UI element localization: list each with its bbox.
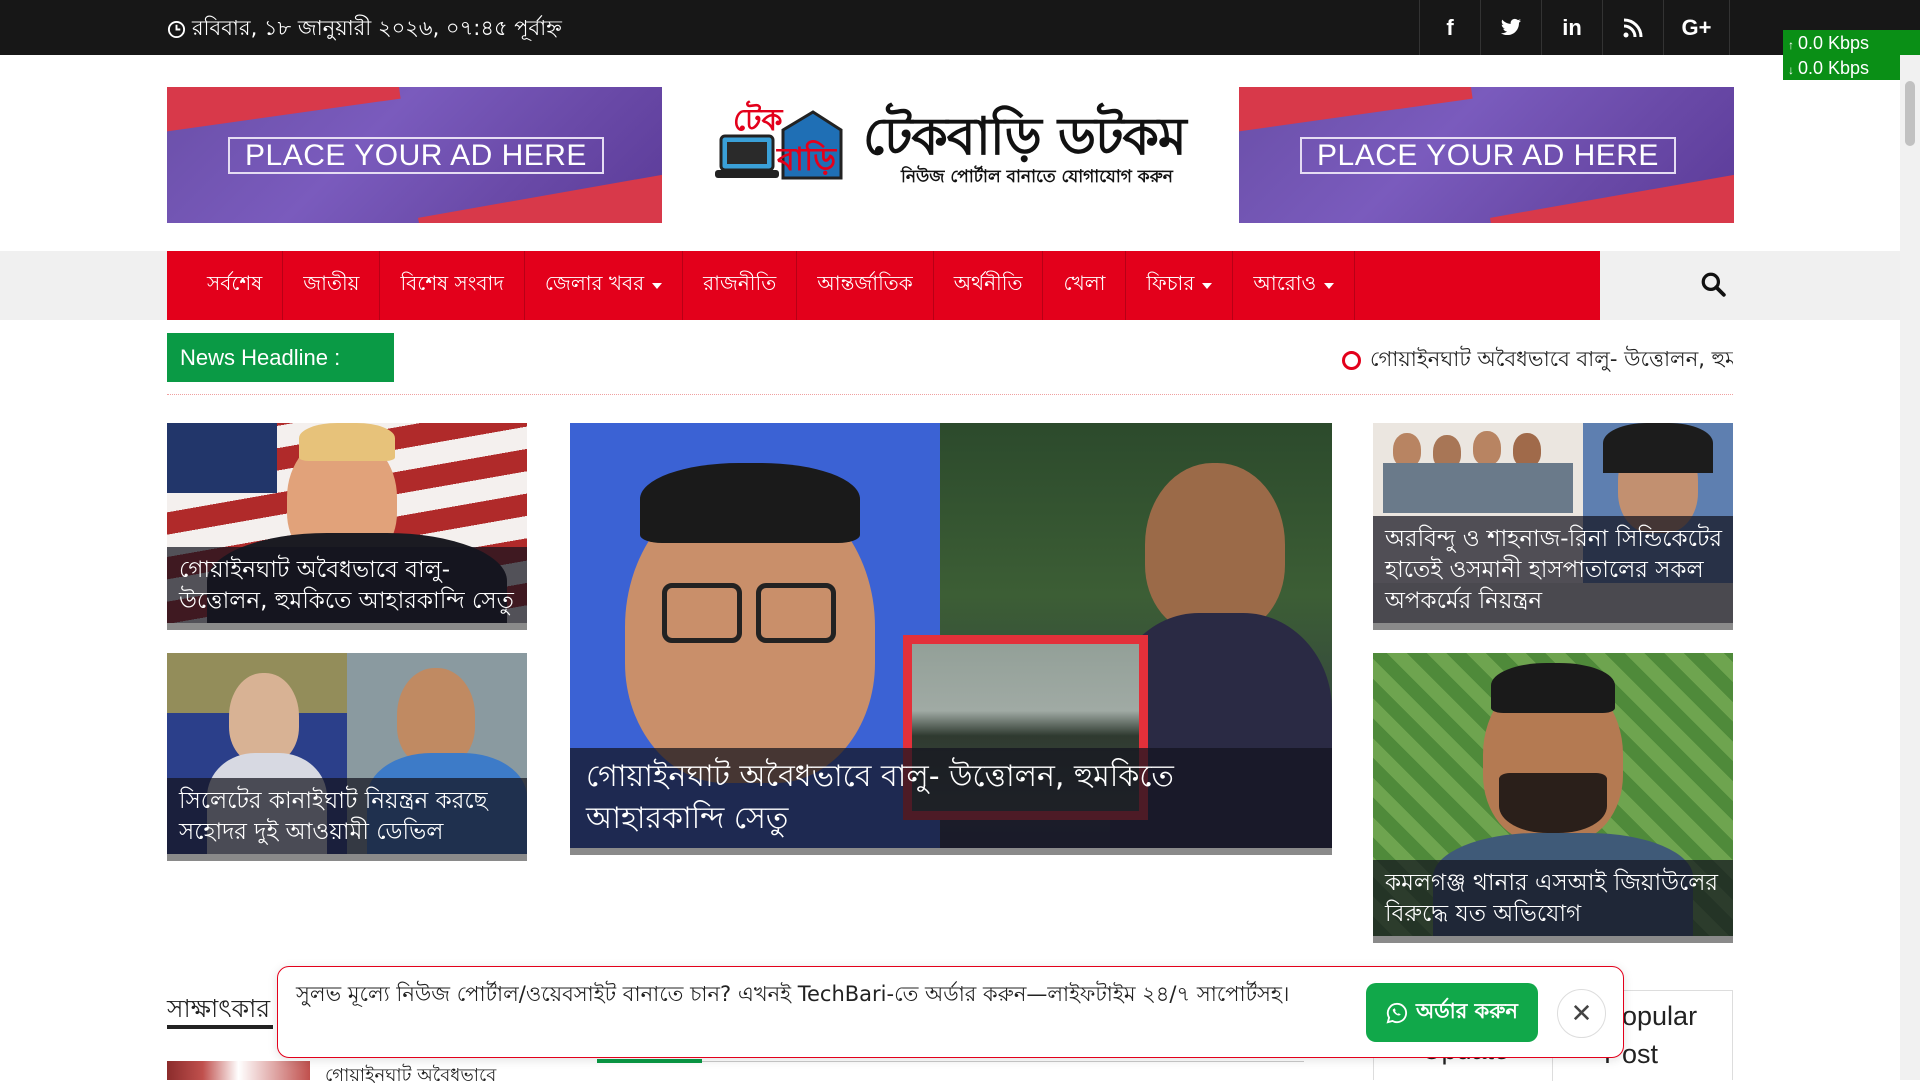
whatsapp-icon [1386, 1002, 1408, 1023]
chevron-down-icon [652, 282, 663, 289]
logo-badge: টেক বাড়ি [715, 100, 843, 180]
linkedin-icon[interactable]: in [1541, 0, 1602, 55]
story-card-right-top[interactable]: অরবিন্দু ও শাহনাজ-রিনা সিন্ডিকেটের হাতেই… [1373, 423, 1733, 630]
ad-banner-left[interactable]: PLACE YOUR AD HERE [167, 87, 662, 223]
story-headline[interactable]: সিলেটের কানাইঘাট নিয়ন্ত্রন করছে সহোদর দ… [167, 778, 527, 854]
news-headline-label: News Headline : [167, 333, 394, 382]
nav-item-sports[interactable]: খেলা [1043, 251, 1127, 320]
nav-item-district-news[interactable]: জেলার খবর [525, 251, 684, 320]
popup-message: সুলভ মূল্যে নিউজ পোর্টাল/ওয়েবসাইট বানাত… [296, 982, 1290, 1006]
chevron-down-icon [1202, 282, 1213, 289]
social-links: f in G+ [1419, 0, 1730, 55]
clock-icon [167, 20, 186, 39]
download-speed: 0.0 Kbps [1798, 58, 1870, 78]
nav-item-feature[interactable]: ফিচার [1126, 251, 1234, 320]
section-underline [167, 1025, 273, 1029]
nav-item-economy[interactable]: অর্থনীতি [934, 251, 1044, 320]
facebook-icon[interactable]: f [1419, 0, 1480, 55]
google-plus-icon[interactable]: G+ [1663, 0, 1730, 55]
divider [167, 394, 1733, 395]
circle-bullet-icon [1342, 351, 1361, 370]
main-nav: সর্বশেষ জাতীয় বিশেষ সংবাদ জেলার খবর রাজ… [167, 251, 1600, 320]
nav-item-special-news[interactable]: বিশেষ সংবাদ [380, 251, 525, 320]
interview-thumbnail[interactable] [167, 1061, 310, 1080]
upload-speed: 0.0 Kbps [1798, 33, 1870, 53]
site-logo[interactable]: টেক বাড়ি টেকবাড়ি ডটকম নিউজ পোর্টাল বান… [713, 92, 1188, 192]
nav-item-more[interactable]: আরোও [1233, 251, 1356, 320]
search-icon[interactable] [1700, 271, 1726, 297]
ticker-text[interactable]: গোয়াইনঘাট অবৈধভাবে বালু- উত্তোলন, হুম [1370, 343, 1733, 378]
nav-item-national[interactable]: জাতীয় [283, 251, 381, 320]
chevron-down-icon [1324, 282, 1335, 289]
twitter-icon[interactable] [1480, 0, 1541, 55]
date-text: রবিবার, ১৮ জানুয়ারী ২০২৬, ০৭:৪৫ পূর্বাহ… [192, 16, 562, 40]
nav-item-latest[interactable]: সর্বশেষ [167, 251, 284, 320]
ad-text: PLACE YOUR AD HERE [1300, 137, 1676, 174]
tab-indicator [597, 1059, 702, 1063]
story-headline[interactable]: অরবিন্দু ও শাহনাজ-রিনা সিন্ডিকেটের হাতেই… [1373, 516, 1733, 623]
story-card-featured[interactable]: গোয়াইনঘাট অবৈধভাবে বালু- উত্তোলন, হুমকি… [570, 423, 1332, 855]
order-button[interactable]: অর্ডার করুন [1366, 983, 1538, 1042]
page-scrollbar[interactable] [1900, 55, 1920, 1080]
headline-ticker[interactable]: গোয়াইনঘাট অবৈধভাবে বালু- উত্তোলন, হুম [500, 333, 1733, 382]
nav-item-politics[interactable]: রাজনীতি [683, 251, 798, 320]
close-icon[interactable]: ✕ [1557, 989, 1606, 1038]
rss-icon[interactable] [1602, 0, 1663, 55]
svg-text:টেক: টেক [733, 100, 784, 138]
story-headline[interactable]: গোয়াইনঘাট অবৈধভাবে বালু- উত্তোলন, হুমকি… [570, 748, 1332, 848]
ad-banner-right[interactable]: PLACE YOUR AD HERE [1239, 87, 1734, 223]
ad-text: PLACE YOUR AD HERE [228, 137, 604, 174]
logo-subtitle: নিউজ পোর্টাল বানাতে যোগাযোগ করুন [901, 167, 1173, 187]
download-arrow-icon: ↓ [1788, 63, 1794, 77]
story-card-right-bottom[interactable]: কমলগঞ্জ থানার এসআই জিয়াউলের বিরুদ্ধে যত… [1373, 653, 1733, 943]
date-display: রবিবার, ১৮ জানুয়ারী ২০২৬, ০৭:৪৫ পূর্বাহ… [167, 12, 562, 47]
upload-arrow-icon: ↑ [1788, 38, 1794, 52]
story-card-left-bottom[interactable]: সিলেটের কানাইঘাট নিয়ন্ত্রন করছে সহোদর দ… [167, 653, 527, 861]
order-button-label: অর্ডার করুন [1416, 999, 1518, 1023]
story-headline[interactable]: কমলগঞ্জ থানার এসআই জিয়াউলের বিরুদ্ধে যত… [1373, 860, 1733, 936]
divider [702, 1061, 1304, 1062]
interview-item-title[interactable]: গোয়াইনঘাট অবৈধভাবে [325, 1061, 496, 1092]
top-bar: রবিবার, ১৮ জানুয়ারী ২০২৬, ০৭:৪৫ পূর্বাহ… [0, 0, 1920, 55]
nav-item-international[interactable]: আন্তর্জাতিক [797, 251, 934, 320]
scrollbar-thumb[interactable] [1905, 81, 1915, 146]
svg-text:বাড়ি: বাড়ি [776, 139, 837, 178]
story-card-left-top[interactable]: গোয়াইনঘাট অবৈধভাবে বালু- উত্তোলন, হুমকি… [167, 423, 527, 630]
story-headline[interactable]: গোয়াইনঘাট অবৈধভাবে বালু- উত্তোলন, হুমকি… [167, 547, 527, 623]
order-popup: সুলভ মূল্যে নিউজ পোর্টাল/ওয়েবসাইট বানাত… [277, 966, 1624, 1058]
